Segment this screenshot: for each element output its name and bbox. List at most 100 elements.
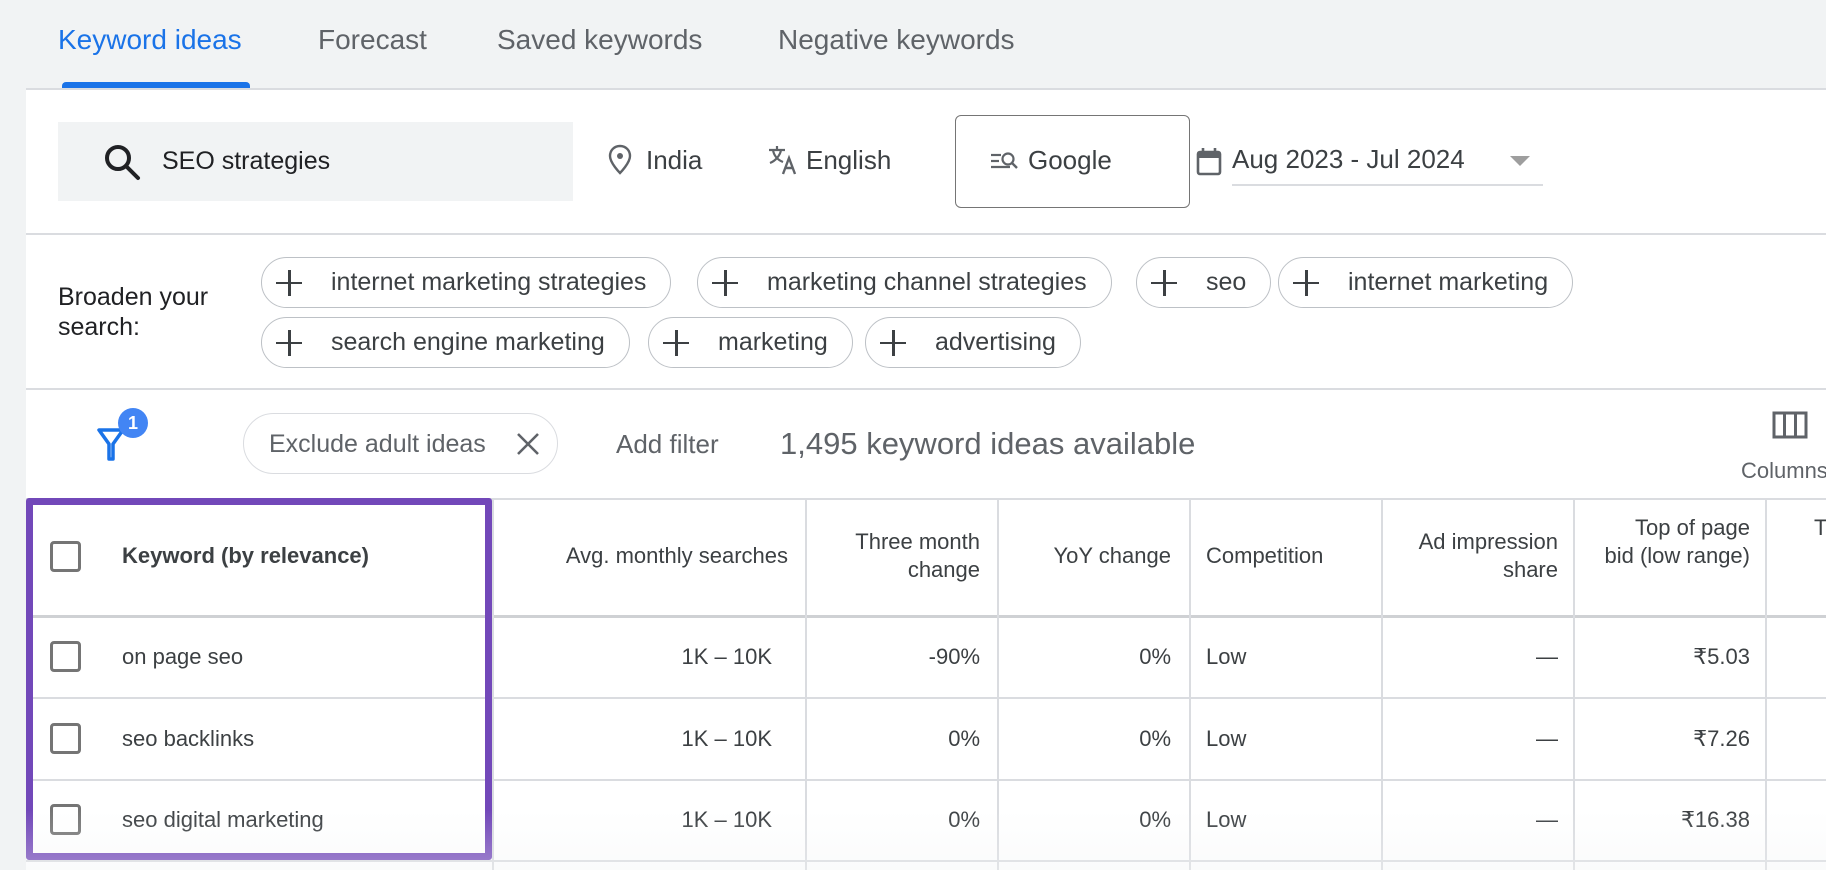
location-pin-icon xyxy=(608,144,632,183)
header-three-month-change[interactable]: Three month change xyxy=(846,528,980,584)
network-label: Google xyxy=(1028,145,1112,175)
applied-filter-chip[interactable]: Exclude adult ideas xyxy=(243,413,558,474)
three-month-cell: 0% xyxy=(948,807,980,832)
location-label: India xyxy=(646,145,703,175)
close-icon[interactable] xyxy=(516,432,540,463)
broaden-chip[interactable]: search engine marketing xyxy=(261,317,630,368)
chip-label: seo xyxy=(1206,268,1247,296)
chip-label: marketing channel strategies xyxy=(767,268,1087,296)
date-range-selector[interactable]: Aug 2023 - Jul 2024 xyxy=(1196,140,1546,186)
columns-label: Columns xyxy=(1741,458,1826,483)
header-keyword[interactable]: Keyword (by relevance) xyxy=(122,542,369,570)
ad-impression-cell: — xyxy=(1536,726,1558,751)
broaden-search-label: Broaden your search: xyxy=(58,283,209,341)
column-divider xyxy=(1381,498,1383,870)
search-network-selector[interactable]: Google xyxy=(955,115,1190,208)
top-bid-low-cell: ₹5.03 xyxy=(1693,644,1750,669)
chip-label: internet marketing strategies xyxy=(331,268,647,296)
chip-label: search engine marketing xyxy=(331,328,605,356)
column-divider xyxy=(1573,498,1575,870)
plus-icon xyxy=(274,328,304,358)
broaden-chip[interactable]: marketing channel strategies xyxy=(697,257,1112,308)
row-divider xyxy=(26,860,1826,862)
broaden-chip[interactable]: internet marketing xyxy=(1278,257,1574,308)
divider xyxy=(26,233,1826,235)
applied-filter-label: Exclude adult ideas xyxy=(269,430,486,458)
plus-icon xyxy=(710,268,740,298)
search-network-icon xyxy=(990,150,1020,177)
ad-impression-cell: — xyxy=(1536,807,1558,832)
date-range-underline xyxy=(1232,184,1543,186)
header-ad-impression-share[interactable]: Ad impression share xyxy=(1396,528,1558,584)
yoy-cell: 0% xyxy=(1139,726,1171,751)
row-divider xyxy=(26,779,1826,781)
plus-icon xyxy=(1291,268,1321,298)
broaden-chip[interactable]: internet marketing strategies xyxy=(261,257,672,308)
ad-impression-cell: — xyxy=(1536,644,1558,669)
select-all-checkbox[interactable] xyxy=(50,541,81,572)
chip-label: internet marketing xyxy=(1348,268,1549,296)
tab-keyword-ideas[interactable]: Keyword ideas xyxy=(58,24,242,56)
competition-cell: Low xyxy=(1206,807,1247,832)
column-divider xyxy=(492,498,494,870)
language-label: English xyxy=(806,145,892,175)
header-divider xyxy=(26,615,1826,618)
column-divider xyxy=(997,498,999,870)
row-divider xyxy=(26,697,1826,699)
search-icon xyxy=(102,142,142,187)
competition-cell: Low xyxy=(1206,726,1247,751)
translate-icon xyxy=(766,143,800,184)
columns-button[interactable]: Columns xyxy=(1738,408,1826,488)
date-range-label: Aug 2023 - Jul 2024 xyxy=(1232,144,1465,174)
chip-label: advertising xyxy=(935,328,1056,356)
avg-monthly-cell: 1K – 10K xyxy=(681,644,772,669)
top-bid-low-cell: ₹7.26 xyxy=(1693,726,1750,751)
header-yoy-change[interactable]: YoY change xyxy=(1011,542,1171,570)
table-border xyxy=(26,498,1826,500)
keyword-cell: seo backlinks xyxy=(122,726,255,751)
chip-label: marketing xyxy=(718,328,828,356)
three-month-cell: -90% xyxy=(928,644,980,669)
column-divider xyxy=(805,498,807,870)
keyword-ideas-count: 1,495 keyword ideas available xyxy=(780,426,1196,461)
divider xyxy=(26,388,1826,390)
three-month-cell: 0% xyxy=(948,726,980,751)
keyword-table: Keyword (by relevance) Avg. monthly sear… xyxy=(26,498,1826,870)
tab-forecast[interactable]: Forecast xyxy=(318,24,427,56)
add-filter-button[interactable]: Add filter xyxy=(616,429,719,460)
broaden-chip[interactable]: advertising xyxy=(865,317,1081,368)
plus-icon xyxy=(1149,268,1179,298)
keyword-cell: on page seo xyxy=(122,644,244,669)
plus-icon xyxy=(878,328,908,358)
row-checkbox[interactable] xyxy=(50,804,81,835)
avg-monthly-cell: 1K – 10K xyxy=(681,726,772,751)
keyword-search-input[interactable]: SEO strategies xyxy=(58,122,573,201)
tab-negative-keywords[interactable]: Negative keywords xyxy=(778,24,1015,56)
yoy-cell: 0% xyxy=(1139,807,1171,832)
header-avg-monthly-searches[interactable]: Avg. monthly searches xyxy=(506,542,788,570)
header-competition[interactable]: Competition xyxy=(1206,542,1376,570)
keyword-cell: seo digital marketing xyxy=(122,807,324,832)
plus-icon xyxy=(661,328,691,358)
top-bid-low-cell: ₹16.38 xyxy=(1680,807,1750,832)
column-divider xyxy=(1189,498,1191,870)
search-value: SEO strategies xyxy=(162,147,331,175)
broaden-chip[interactable]: seo xyxy=(1136,257,1272,308)
dropdown-arrow-icon xyxy=(1510,156,1530,166)
competition-cell: Low xyxy=(1206,644,1247,669)
row-checkbox[interactable] xyxy=(50,641,81,672)
yoy-cell: 0% xyxy=(1139,644,1171,669)
tab-bar: Keyword ideas Forecast Saved keywords Ne… xyxy=(0,0,1826,89)
broaden-chip[interactable]: marketing xyxy=(648,317,853,368)
column-divider xyxy=(1765,498,1767,870)
filter-button[interactable]: 1 xyxy=(96,408,156,463)
filter-count-badge: 1 xyxy=(118,408,148,438)
header-next-column-partial[interactable]: T xyxy=(1814,514,1826,542)
avg-monthly-cell: 1K – 10K xyxy=(681,807,772,832)
header-top-of-page-bid-low[interactable]: Top of page bid (low range) xyxy=(1604,514,1750,570)
calendar-icon xyxy=(1196,146,1222,181)
row-checkbox[interactable] xyxy=(50,723,81,754)
columns-icon xyxy=(1772,411,1808,444)
plus-icon xyxy=(274,268,304,298)
tab-saved-keywords[interactable]: Saved keywords xyxy=(497,24,702,56)
